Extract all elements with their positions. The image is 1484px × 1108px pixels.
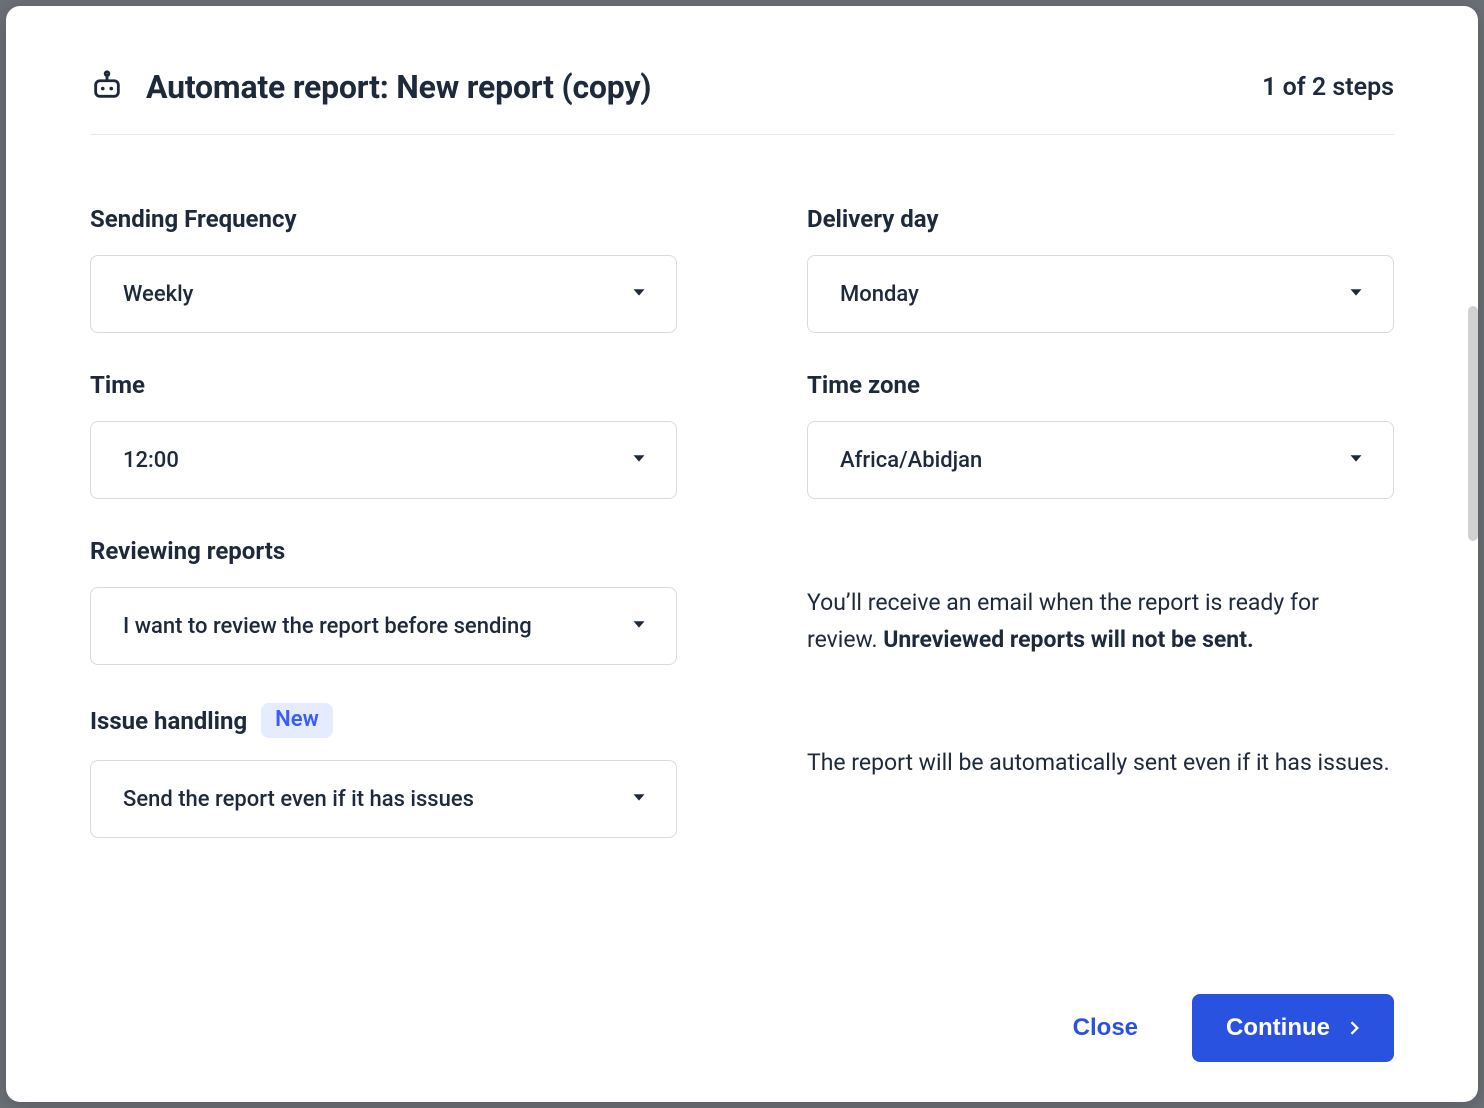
issue-handling-value: Send the report even if it has issues <box>123 787 474 812</box>
chevron-down-icon <box>1345 447 1367 473</box>
reviewing-info-bold: Unreviewed reports will not be sent. <box>883 626 1253 653</box>
field-delivery-day: Delivery day Monday <box>807 205 1394 333</box>
chevron-down-icon <box>1345 281 1367 307</box>
field-timezone: Time zone Africa/Abidjan <box>807 371 1394 499</box>
modal-footer: Close Continue <box>90 934 1394 1062</box>
timezone-value: Africa/Abidjan <box>840 448 982 473</box>
time-dropdown[interactable]: 12:00 <box>90 421 677 499</box>
sending-frequency-dropdown[interactable]: Weekly <box>90 255 677 333</box>
modal-content: Automate report: New report (copy) 1 of … <box>6 6 1478 1102</box>
time-label: Time <box>90 371 677 399</box>
field-issue-handling: Issue handling New Send the report even … <box>90 703 677 838</box>
continue-button[interactable]: Continue <box>1192 994 1394 1062</box>
delivery-day-dropdown[interactable]: Monday <box>807 255 1394 333</box>
chevron-right-icon <box>1344 1018 1364 1038</box>
form-grid: Sending Frequency Weekly Delivery day Mo… <box>90 205 1394 838</box>
sending-frequency-label: Sending Frequency <box>90 205 677 233</box>
time-value: 12:00 <box>123 448 179 473</box>
reviewing-reports-value: I want to review the report before sendi… <box>123 614 532 639</box>
steps-indicator: 1 of 2 steps <box>1262 73 1394 102</box>
chevron-down-icon <box>628 447 650 473</box>
issue-handling-info: The report will be automatically sent ev… <box>807 703 1394 838</box>
modal-header: Automate report: New report (copy) 1 of … <box>90 68 1394 135</box>
delivery-day-label: Delivery day <box>807 205 1394 233</box>
timezone-dropdown[interactable]: Africa/Abidjan <box>807 421 1394 499</box>
timezone-label: Time zone <box>807 371 1394 399</box>
automate-report-modal: Automate report: New report (copy) 1 of … <box>6 6 1478 1102</box>
chevron-down-icon <box>628 786 650 812</box>
field-sending-frequency: Sending Frequency Weekly <box>90 205 677 333</box>
issue-handling-label: Issue handling <box>90 707 247 735</box>
reviewing-reports-dropdown[interactable]: I want to review the report before sendi… <box>90 587 677 665</box>
issue-handling-dropdown[interactable]: Send the report even if it has issues <box>90 760 677 838</box>
sending-frequency-value: Weekly <box>123 282 193 307</box>
header-left: Automate report: New report (copy) <box>90 68 651 106</box>
chevron-down-icon <box>628 281 650 307</box>
field-time: Time 12:00 <box>90 371 677 499</box>
continue-button-label: Continue <box>1226 1014 1330 1042</box>
field-reviewing-reports: Reviewing reports I want to review the r… <box>90 537 677 665</box>
new-badge: New <box>261 703 333 738</box>
close-button[interactable]: Close <box>1063 1004 1148 1052</box>
robot-icon <box>90 68 124 106</box>
modal-title: Automate report: New report (copy) <box>146 68 651 106</box>
chevron-down-icon <box>628 613 650 639</box>
reviewing-reports-label: Reviewing reports <box>90 537 677 565</box>
scrollbar-thumb[interactable] <box>1468 306 1478 541</box>
delivery-day-value: Monday <box>840 282 919 307</box>
reviewing-reports-info: You’ll receive an email when the report … <box>807 537 1394 665</box>
issue-handling-label-row: Issue handling New <box>90 703 677 738</box>
